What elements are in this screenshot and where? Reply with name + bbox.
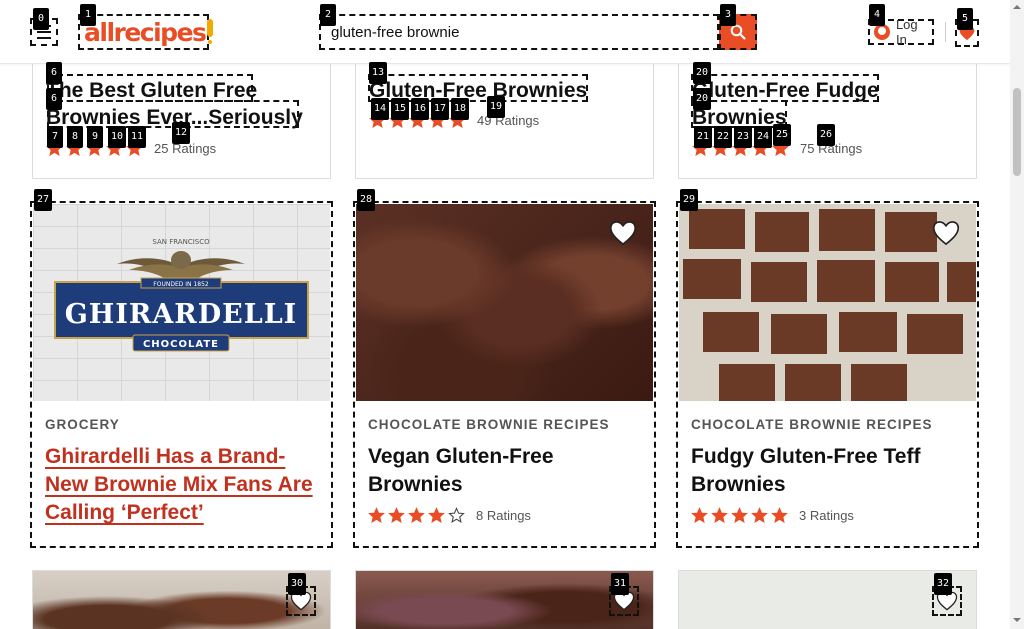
mark-label: 13 xyxy=(369,62,388,84)
heart-outline-icon xyxy=(609,221,637,246)
mark-label: 0 xyxy=(33,8,49,30)
mark-label: 1 xyxy=(80,4,96,26)
mark-label: 31 xyxy=(611,573,630,595)
search-icon xyxy=(730,24,746,40)
mark-label: 32 xyxy=(934,573,953,595)
category-tag: GROCERY xyxy=(45,417,120,432)
mark-label: 18 xyxy=(451,98,470,120)
star-filled-icon xyxy=(731,507,748,523)
star-filled-icon xyxy=(428,507,445,523)
mark-label: 4 xyxy=(869,4,885,26)
mark-label: 30 xyxy=(288,573,307,595)
star-filled-icon xyxy=(691,507,708,523)
scrollbar-thumb[interactable] xyxy=(1013,88,1021,176)
star-filled-icon xyxy=(408,507,425,523)
mark-label: 14 xyxy=(371,98,390,120)
mark-label: 17 xyxy=(431,98,450,120)
star-filled-icon xyxy=(771,507,788,523)
brand-name-text: GHIRARDELLI xyxy=(65,299,298,330)
recipe-title[interactable]: Fudgy Gluten-Free Teff Brownies xyxy=(691,443,967,499)
brand-top-text: SAN FRANCISCO xyxy=(152,238,210,246)
star-filled-icon xyxy=(751,507,768,523)
mark-label: 19 xyxy=(487,96,506,118)
mark-label: 23 xyxy=(734,126,753,148)
category-tag: CHOCOLATE BROWNIE RECIPES xyxy=(691,417,933,432)
mark-label: 3 xyxy=(720,4,736,26)
mark-label: 20 xyxy=(693,88,712,110)
mark-label: 7 xyxy=(47,126,63,148)
scroll-down-arrow-icon[interactable] xyxy=(1013,616,1021,624)
recipe-card[interactable] xyxy=(32,570,331,629)
mark-label: 5 xyxy=(957,8,973,30)
category-tag: CHOCOLATE BROWNIE RECIPES xyxy=(368,417,610,432)
recipe-title[interactable]: Vegan Gluten-Free Brownies xyxy=(368,443,644,499)
star-rating: 3 Ratings xyxy=(691,507,854,524)
rating-count: 3 Ratings xyxy=(799,508,854,523)
star-rating: 8 Ratings xyxy=(368,507,531,524)
mark-label: 12 xyxy=(172,122,191,144)
heart-outline-icon xyxy=(932,221,960,246)
star-filled-icon xyxy=(368,507,385,523)
recipe-card[interactable]: CHOCOLATE BROWNIE RECIPES Fudgy Gluten-F… xyxy=(676,201,979,548)
mark-label: 16 xyxy=(411,98,430,120)
login-label: Log In xyxy=(895,17,918,47)
recipe-card[interactable] xyxy=(355,570,654,629)
mark-label: 27 xyxy=(34,189,53,211)
recipe-card[interactable] xyxy=(678,570,977,629)
header-divider xyxy=(945,22,946,42)
site-logo[interactable]: allrecipes xyxy=(78,14,211,50)
user-icon xyxy=(874,24,890,40)
mark-label: 24 xyxy=(754,126,773,148)
mark-label: 28 xyxy=(357,189,376,211)
mark-label: 20 xyxy=(693,62,712,84)
mark-label: 6 xyxy=(46,88,62,110)
brand-sub-text: CHOCOLATE xyxy=(143,339,219,350)
rating-count: 8 Ratings xyxy=(476,508,531,523)
site-header: allrecipes Log In xyxy=(0,0,1010,64)
mark-label: 6 xyxy=(46,62,62,84)
brand-founded-text: FOUNDED IN 1852 xyxy=(153,281,209,288)
search-input[interactable] xyxy=(319,14,719,50)
scroll-up-arrow-icon[interactable] xyxy=(1013,3,1021,11)
mark-label: 11 xyxy=(128,126,147,148)
article-title[interactable]: Ghirardelli Has a Brand-New Brownie Mix … xyxy=(45,443,321,527)
logo-exclamation-icon xyxy=(206,19,211,45)
recipe-title[interactable]: Gluten-Free Fudge Brownies xyxy=(692,77,896,131)
article-card[interactable]: SAN FRANCISCO FOUNDED IN 1852 GHIRARDELL… xyxy=(30,201,333,548)
star-filled-icon xyxy=(388,507,405,523)
recipe-card[interactable]: CHOCOLATE BROWNIE RECIPES Vegan Gluten-F… xyxy=(353,201,656,548)
save-recipe-button[interactable] xyxy=(608,218,638,248)
mark-label: 9 xyxy=(87,126,103,148)
ghirardelli-brand-image: SAN FRANCISCO FOUNDED IN 1852 GHIRARDELL… xyxy=(33,204,330,401)
mark-label: 8 xyxy=(67,126,83,148)
save-recipe-button[interactable] xyxy=(931,218,961,248)
star-filled-icon xyxy=(711,507,728,523)
mark-label: 21 xyxy=(694,126,713,148)
mark-label: 25 xyxy=(773,124,792,146)
star-empty-icon xyxy=(448,507,465,523)
mark-label: 15 xyxy=(391,98,410,120)
mark-label: 2 xyxy=(320,4,336,26)
logo-text: allrecipes xyxy=(84,17,207,47)
mark-label: 26 xyxy=(817,124,836,146)
ghirardelli-logo-icon: SAN FRANCISCO FOUNDED IN 1852 GHIRARDELL… xyxy=(54,238,309,352)
mark-label: 29 xyxy=(680,189,699,211)
page-scrollbar[interactable] xyxy=(1010,0,1024,629)
mark-label: 10 xyxy=(108,126,127,148)
mark-label: 22 xyxy=(714,126,733,148)
